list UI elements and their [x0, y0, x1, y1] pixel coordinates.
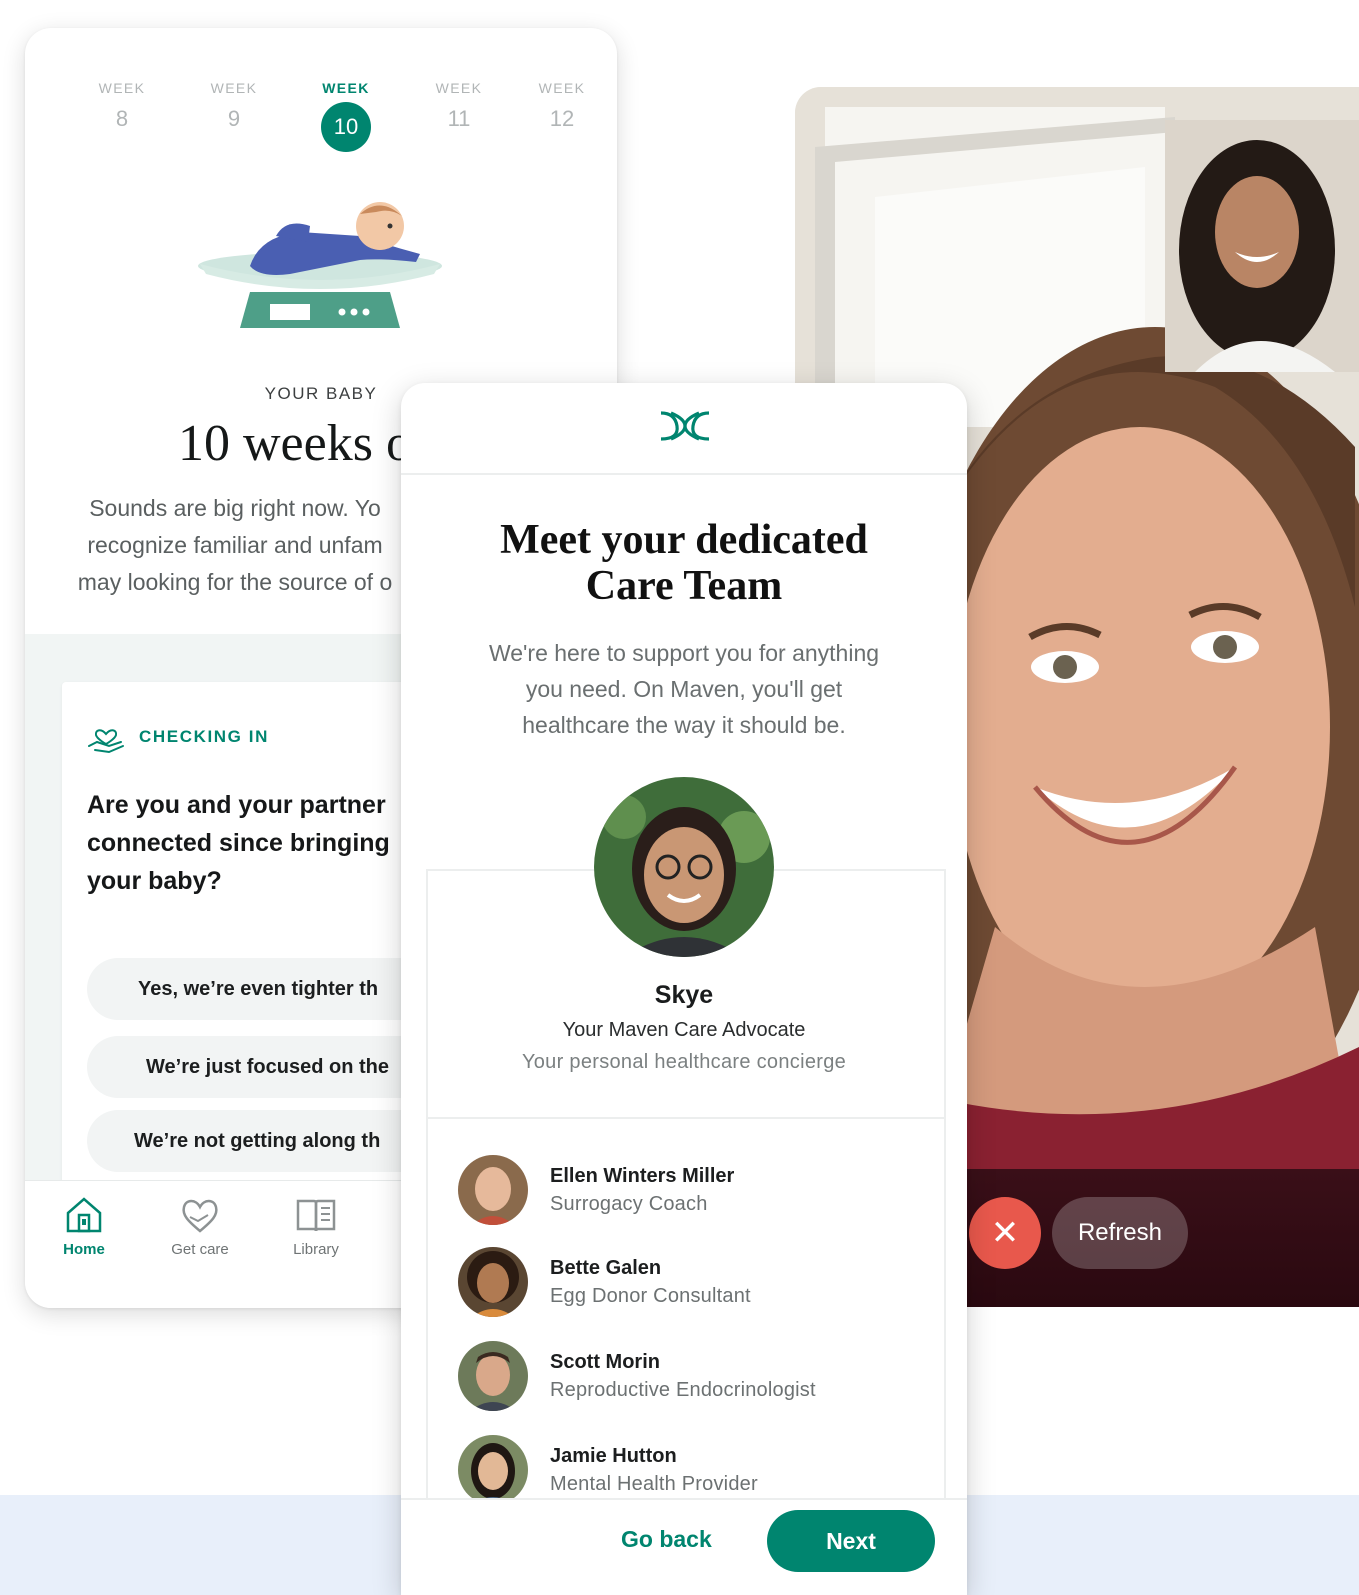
avatar	[458, 1155, 528, 1225]
next-button[interactable]: Next	[767, 1510, 935, 1572]
list-item[interactable]: Ellen Winters Miller Surrogacy Coach	[458, 1155, 938, 1225]
tab-home[interactable]: Home	[39, 1195, 129, 1258]
checkin-header: CHECKING IN	[87, 720, 269, 754]
maven-logo	[660, 411, 710, 441]
week-selector: WEEK 8 WEEK 9 WEEK 10 WEEK 11 WEEK 12	[25, 80, 617, 160]
advocate-role: Your Maven Care Advocate	[562, 1019, 806, 1041]
advocate-name: Skye	[654, 981, 714, 1009]
app-header	[401, 383, 967, 475]
baby-description: Sounds are big right now. Yo recognize f…	[77, 495, 393, 595]
list-item[interactable]: Bette Galen Egg Donor Consultant	[458, 1247, 938, 1317]
avatar	[594, 777, 774, 957]
list-item[interactable]: Jamie Hutton Mental Health Provider	[458, 1435, 938, 1505]
list-item[interactable]: Scott Morin Reproductive Endocrinologist	[458, 1341, 938, 1411]
footer-actions: Go back Next	[401, 1498, 967, 1595]
tab-library[interactable]: Library	[271, 1195, 361, 1258]
week-item-11[interactable]: WEEK 11	[414, 80, 504, 132]
baby-title: 10 weeks o	[178, 415, 412, 472]
advocate-description: Your personal healthcare concierge	[521, 1051, 847, 1073]
refresh-button[interactable]: Refresh	[1052, 1197, 1188, 1269]
week-item-8[interactable]: WEEK 8	[77, 80, 167, 132]
heart-hand-icon	[88, 729, 124, 754]
end-call-button[interactable]: ✕	[969, 1197, 1041, 1269]
close-icon: ✕	[990, 1214, 1020, 1252]
avatar	[458, 1247, 528, 1317]
heart-hand-icon	[182, 1199, 218, 1233]
care-team-list: Ellen Winters Miller Surrogacy Coach Bet…	[426, 1117, 946, 1505]
self-view-image	[1165, 120, 1359, 372]
avatar	[458, 1435, 528, 1505]
baby-on-scale-illustration	[198, 202, 442, 328]
care-team-screen: Meet your dedicated Care Team We're here…	[401, 383, 967, 1595]
go-back-button[interactable]: Go back	[621, 1526, 712, 1553]
week-item-10[interactable]: WEEK 10	[301, 80, 391, 152]
avatar	[458, 1341, 528, 1411]
page-subtitle: We're here to support you for anything y…	[488, 640, 880, 738]
home-icon	[66, 1197, 102, 1233]
week-item-12[interactable]: WEEK 12	[517, 80, 607, 132]
week-item-9[interactable]: WEEK 9	[189, 80, 279, 132]
book-icon	[296, 1199, 336, 1232]
tab-get-care[interactable]: Get care	[155, 1195, 245, 1258]
self-view-video[interactable]	[1165, 120, 1359, 372]
page-title: Meet your dedicated Care Team	[500, 517, 868, 609]
